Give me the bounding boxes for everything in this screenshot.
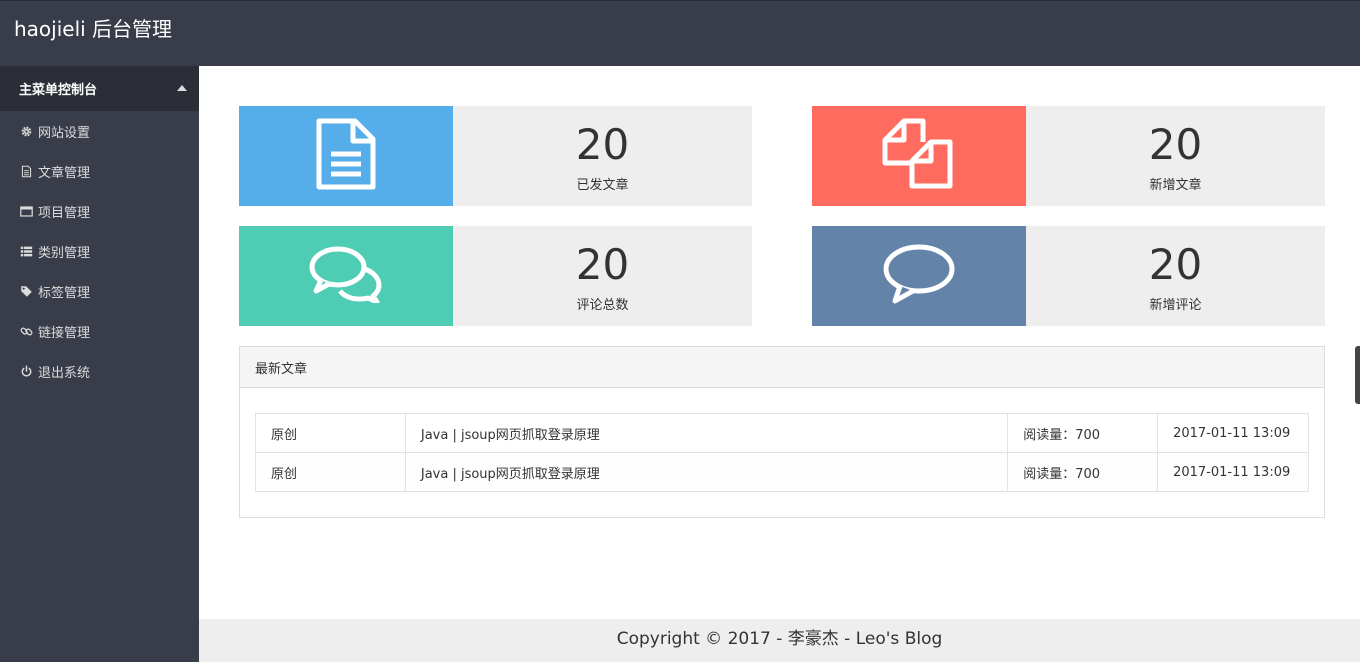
sidebar-item-site-settings[interactable]: 网站设置 (0, 111, 199, 151)
article-date: 2017-01-11 13:09 (1157, 452, 1309, 492)
article-title-link[interactable]: Java | jsoup网页抓取登录原理 (404, 413, 1009, 453)
table-row[interactable]: 原创 Java | jsoup网页抓取登录原理 阅读量：700 2017-01-… (255, 413, 1309, 453)
sidebar-item-label: 项目管理 (38, 205, 91, 221)
stat-info: 20 评论总数 (453, 226, 752, 326)
site-brand[interactable]: haojieli 后台管理 (14, 17, 172, 41)
stat-info: 20 已发文章 (453, 106, 752, 206)
stat-card-new-comments[interactable]: 20 新增评论 (812, 226, 1325, 326)
main-content: 20 已发文章 20 新增文章 20 评论总数 20 新增评论 最新文章 原创 … (199, 66, 1360, 619)
stat-icon-box (812, 106, 1026, 206)
sidebar-item-label: 链接管理 (38, 325, 91, 341)
stat-value: 20 (575, 240, 630, 289)
link-icon (19, 324, 33, 338)
sidebar-item-links[interactable]: 链接管理 (0, 311, 199, 351)
file-icon (19, 164, 33, 178)
stat-label: 新增文章 (1149, 178, 1202, 193)
stat-card-published[interactable]: 20 已发文章 (239, 106, 752, 206)
article-type: 原创 (255, 413, 406, 453)
sidebar-item-label: 类别管理 (38, 245, 91, 261)
stat-icon-box (239, 226, 453, 326)
sidebar-item-articles[interactable]: 文章管理 (0, 151, 199, 191)
footer: Copyright © 2017 - 李豪杰 - Leo's Blog (199, 619, 1360, 662)
sidebar-item-label: 网站设置 (38, 125, 91, 141)
main-menu-label: 主菜单控制台 (19, 83, 98, 98)
sidebar-item-logout[interactable]: 退出系统 (0, 351, 199, 391)
stat-value: 20 (575, 120, 630, 169)
tag-icon (19, 284, 33, 298)
stat-value: 20 (1148, 120, 1203, 169)
footer-copyright: Copyright © 2017 - 李豪杰 - Leo's Blog (616, 629, 943, 649)
sidebar-item-projects[interactable]: 项目管理 (0, 191, 199, 231)
list-icon (19, 244, 33, 258)
window-icon (19, 204, 33, 218)
stat-label: 评论总数 (576, 298, 629, 313)
panel-title: 最新文章 (240, 347, 1324, 388)
comment-icon (882, 243, 956, 310)
stat-card-comments-total[interactable]: 20 评论总数 (239, 226, 752, 326)
article-type: 原创 (255, 452, 406, 492)
sidebar-item-categories[interactable]: 类别管理 (0, 231, 199, 271)
sidebar-item-label: 退出系统 (38, 365, 91, 381)
side-panel-handle[interactable] (1355, 346, 1360, 404)
stat-label: 已发文章 (576, 178, 629, 193)
stat-card-new-articles[interactable]: 20 新增文章 (812, 106, 1325, 206)
latest-articles-panel: 最新文章 原创 Java | jsoup网页抓取登录原理 阅读量：700 201… (239, 346, 1325, 518)
stat-label: 新增评论 (1149, 298, 1202, 313)
main-menu-toggle[interactable]: 主菜单控制台 (0, 66, 199, 111)
article-views: 阅读量：700 (1007, 413, 1159, 453)
stat-icon-box (812, 226, 1026, 326)
sidebar: 主菜单控制台 网站设置 文章管理 项目管理 类别管理 标签管理 链接管理 退出系… (0, 66, 199, 662)
article-date: 2017-01-11 13:09 (1157, 413, 1309, 453)
stat-value: 20 (1148, 240, 1203, 289)
article-views: 阅读量：700 (1007, 452, 1159, 492)
article-title-link[interactable]: Java | jsoup网页抓取登录原理 (404, 452, 1009, 492)
sidebar-item-label: 文章管理 (38, 165, 91, 181)
sidebar-item-label: 标签管理 (38, 285, 91, 301)
document-icon (315, 118, 377, 195)
latest-articles-table: 原创 Java | jsoup网页抓取登录原理 阅读量：700 2017-01-… (255, 413, 1309, 492)
copy-files-icon (882, 118, 956, 195)
comments-icon (309, 245, 383, 308)
power-icon (19, 364, 33, 378)
top-header: haojieli 后台管理 (0, 0, 1360, 66)
stat-info: 20 新增文章 (1026, 106, 1325, 206)
sidebar-item-tags[interactable]: 标签管理 (0, 271, 199, 311)
gear-icon (19, 124, 33, 138)
caret-up-icon (177, 85, 187, 91)
stat-icon-box (239, 106, 453, 206)
table-row[interactable]: 原创 Java | jsoup网页抓取登录原理 阅读量：700 2017-01-… (255, 452, 1309, 492)
stat-info: 20 新增评论 (1026, 226, 1325, 326)
